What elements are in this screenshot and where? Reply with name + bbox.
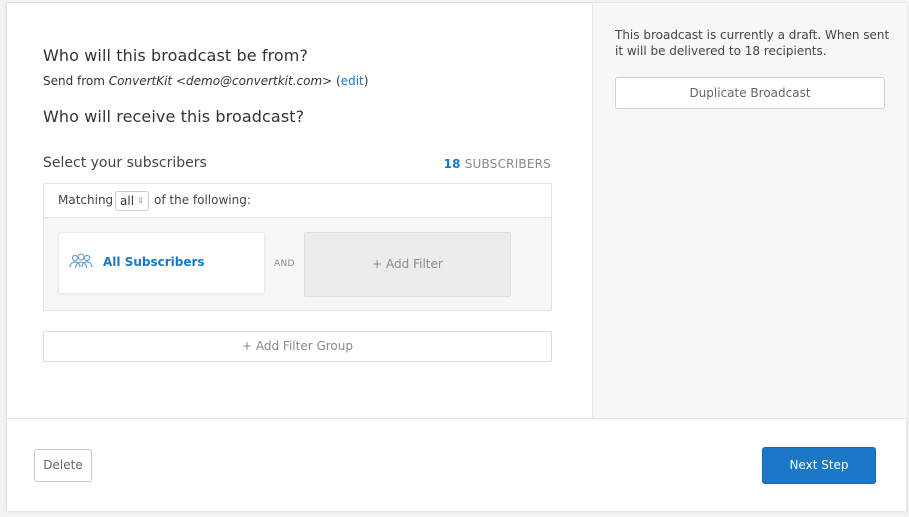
and-connector: AND [274,259,295,269]
sender-question: Who will this broadcast be from? [43,46,309,65]
subscriber-count-number: 18 [443,157,461,171]
broadcast-card: Who will this broadcast be from? Send fr… [6,2,907,511]
broadcast-sidebar: This broadcast is currently a draft. Whe… [592,3,907,418]
sender-email: <demo@convertkit.com> [172,74,333,88]
subscriber-count-label: SUBSCRIBERS [460,157,551,171]
all-subscribers-label: All Subscribers [103,255,205,269]
select-arrows-icon: ⇕ [137,196,144,205]
send-from-prefix: Send from [43,74,109,88]
sender-name: ConvertKit [108,74,173,88]
matching-select-value: all [120,194,135,208]
duplicate-broadcast-button[interactable]: Duplicate Broadcast [615,77,885,109]
subscriber-count: 18 SUBSCRIBERS [444,157,551,171]
edit-sender-link[interactable]: edit [341,74,364,88]
users-icon [69,253,93,273]
matching-row: Matching all ⇕ of the following: [44,184,551,218]
matching-select[interactable]: all ⇕ [115,191,149,211]
paren-close: ) [363,74,369,88]
draft-status-text: This broadcast is currently a draft. Whe… [615,28,890,58]
send-from-line: Send from ConvertKit <demo@convertkit.co… [43,74,368,88]
footer-bar: Delete Next Step [7,418,906,511]
all-subscribers-filter[interactable]: All Subscribers [58,232,265,294]
add-filter-group-button[interactable]: + Add Filter Group [43,331,552,362]
matching-prefix: Matching [58,193,114,207]
recipients-question: Who will receive this broadcast? [43,107,305,126]
next-step-button[interactable]: Next Step [762,447,876,484]
filter-group: Matching all ⇕ of the following: All Sub… [43,183,552,311]
add-filter-button[interactable]: + Add Filter [304,232,511,297]
delete-button[interactable]: Delete [34,449,92,482]
select-subscribers-label: Select your subscribers [43,155,207,171]
matching-suffix: of the following: [154,193,251,207]
paren-open: ( [332,74,341,88]
